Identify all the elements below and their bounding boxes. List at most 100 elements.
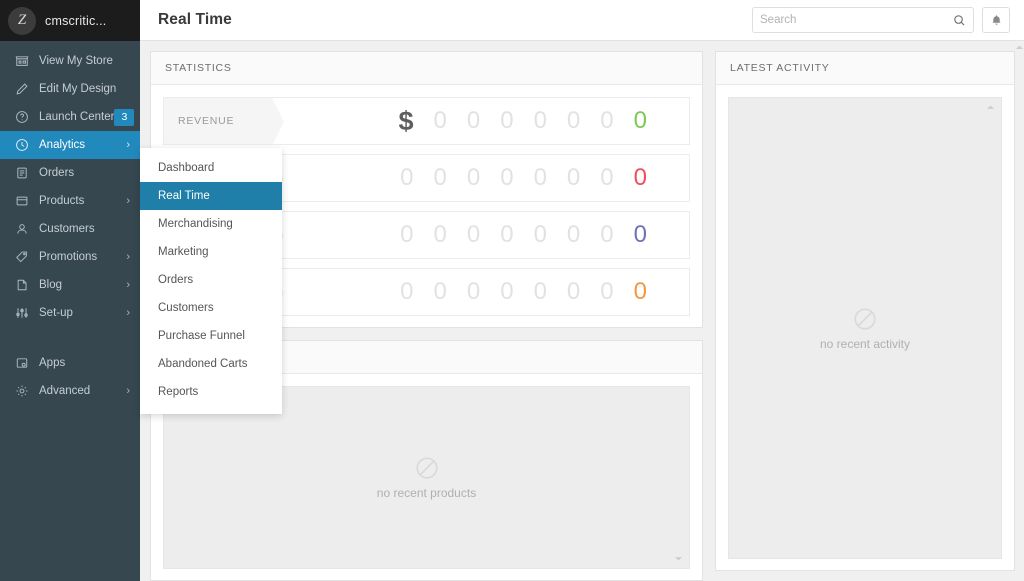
help-circle-icon: [14, 109, 30, 125]
search-box[interactable]: [752, 7, 974, 33]
no-entry-icon: [852, 306, 878, 332]
menu-item-label: Orders: [158, 274, 194, 286]
sidebar-item-customers[interactable]: Customers: [0, 215, 140, 243]
stat-digit: 0: [600, 107, 614, 134]
top-bar: Real Time: [140, 0, 1024, 41]
menu-item-label: Reports: [158, 386, 199, 398]
page-scrollbar[interactable]: [1015, 41, 1024, 581]
menu-item-real-time[interactable]: Real Time: [140, 182, 282, 210]
scroll-up-arrow-icon[interactable]: [1015, 43, 1024, 52]
store-icon: [14, 53, 30, 69]
brand-name: cmscritic...: [45, 13, 107, 28]
menu-item-abandoned-carts[interactable]: Abandoned Carts: [140, 350, 282, 378]
statistics-panel-header: STATISTICS: [151, 52, 702, 85]
stat-digit: 0: [500, 221, 514, 248]
stat-row-digits: 0 0 0 0 0 0 0 0: [272, 212, 689, 258]
chevron-right-icon: ›: [126, 306, 130, 319]
app-root: Z cmscritic... View My Store Edit My Des…: [0, 0, 1024, 581]
stat-digit: 0: [466, 221, 481, 248]
stat-digit: 0: [400, 164, 414, 191]
notifications-button[interactable]: [982, 7, 1010, 33]
stat-digit: 0: [500, 278, 514, 305]
stat-digit: 0: [433, 164, 447, 191]
brand-logo-letter: Z: [17, 12, 27, 28]
stat-row: REVENUE $ 0 0 0 0 0 0 0: [163, 97, 690, 146]
sidebar-item-label: Orders: [39, 167, 75, 179]
menu-item-customers[interactable]: Customers: [140, 294, 282, 322]
sidebar-item-label: Set-up: [39, 307, 73, 319]
scroll-down-arrow-icon[interactable]: [674, 554, 683, 563]
sidebar-item-label: Edit My Design: [39, 83, 117, 95]
sidebar-item-label: Blog: [39, 279, 63, 291]
page-title: Real Time: [158, 11, 232, 28]
sidebar-item-launch-center[interactable]: Launch Center 3: [0, 103, 140, 131]
menu-item-dashboard[interactable]: Dashboard: [140, 154, 282, 182]
chevron-right-icon: ›: [126, 250, 130, 263]
sidebar-item-products[interactable]: Products ›: [0, 187, 140, 215]
stat-digit: 0: [433, 278, 447, 305]
stat-digit: 0: [533, 278, 547, 305]
menu-item-label: Abandoned Carts: [158, 358, 248, 370]
stat-digit: 0: [466, 164, 481, 191]
analytics-icon: [14, 137, 30, 153]
menu-item-orders[interactable]: Orders: [140, 266, 282, 294]
sidebar: Z cmscritic... View My Store Edit My Des…: [0, 0, 140, 581]
chevron-right-icon: ›: [126, 278, 130, 291]
top-bar-actions: [752, 7, 1010, 33]
stat-digit: 0: [466, 278, 481, 305]
stat-digit: 0: [566, 164, 581, 191]
latest-activity-panel: LATEST ACTIVITY no recent activity: [715, 51, 1015, 571]
sidebar-item-blog[interactable]: Blog ›: [0, 271, 140, 299]
menu-item-label: Dashboard: [158, 162, 215, 174]
chevron-right-icon: ›: [126, 138, 130, 151]
sidebar-item-apps[interactable]: Apps: [0, 349, 140, 377]
sidebar-item-orders[interactable]: Orders: [0, 159, 140, 187]
sidebar-item-edit-my-design[interactable]: Edit My Design: [0, 75, 140, 103]
sidebar-item-view-my-store[interactable]: View My Store: [0, 47, 140, 75]
sidebar-divider-gap: [0, 327, 140, 349]
stat-row-digits: 0 0 0 0 0 0 0 0: [272, 269, 689, 315]
sidebar-item-analytics[interactable]: Analytics ›: [0, 131, 140, 159]
launch-center-badge: 3: [114, 108, 135, 126]
stat-digit: 0: [566, 107, 581, 134]
analytics-submenu: Dashboard Real Time Merchandising Market…: [140, 148, 282, 414]
stat-digit: 0: [600, 164, 614, 191]
gear-icon: [14, 383, 30, 399]
menu-item-reports[interactable]: Reports: [140, 378, 282, 406]
chevron-right-icon: ›: [126, 384, 130, 397]
brand-header[interactable]: Z cmscritic...: [0, 0, 140, 41]
pencil-icon: [14, 81, 30, 97]
latest-activity-panel-header: LATEST ACTIVITY: [716, 52, 1014, 85]
menu-item-label: Marketing: [158, 246, 209, 258]
stat-row-label: REVENUE: [164, 98, 284, 146]
blog-icon: [14, 277, 30, 293]
stat-digit-accent: 0: [633, 164, 647, 191]
search-icon[interactable]: [953, 14, 966, 27]
stat-digit-accent: 0: [633, 278, 647, 305]
menu-item-purchase-funnel[interactable]: Purchase Funnel: [140, 322, 282, 350]
bell-icon: [990, 14, 1003, 27]
menu-item-label: Customers: [158, 302, 214, 314]
stat-digit: 0: [500, 107, 514, 134]
sidebar-item-label: Analytics: [39, 139, 86, 151]
sidebar-item-advanced[interactable]: Advanced ›: [0, 377, 140, 405]
search-input[interactable]: [760, 14, 953, 26]
latest-activity-empty-state: no recent activity: [728, 97, 1002, 559]
stat-digit-accent: 0: [633, 107, 647, 134]
chevron-right-icon: ›: [126, 194, 130, 207]
menu-item-merchandising[interactable]: Merchandising: [140, 210, 282, 238]
latest-activity-panel-body: no recent activity: [716, 85, 1014, 570]
stat-digit: 0: [600, 221, 614, 248]
stat-digit: 0: [400, 278, 414, 305]
recent-products-empty-text: no recent products: [376, 486, 477, 500]
menu-item-marketing[interactable]: Marketing: [140, 238, 282, 266]
stat-digit: 0: [433, 107, 447, 134]
orders-icon: [14, 165, 30, 181]
scroll-up-arrow-icon[interactable]: [986, 103, 995, 112]
sidebar-nav: View My Store Edit My Design Launch Cent…: [0, 41, 140, 405]
stat-digit: 0: [400, 221, 414, 248]
sidebar-item-promotions[interactable]: Promotions ›: [0, 243, 140, 271]
sidebar-item-set-up[interactable]: Set-up ›: [0, 299, 140, 327]
stat-row-digits: 0 0 0 0 0 0 0 0: [272, 155, 689, 201]
sidebar-item-label: Customers: [39, 223, 95, 235]
